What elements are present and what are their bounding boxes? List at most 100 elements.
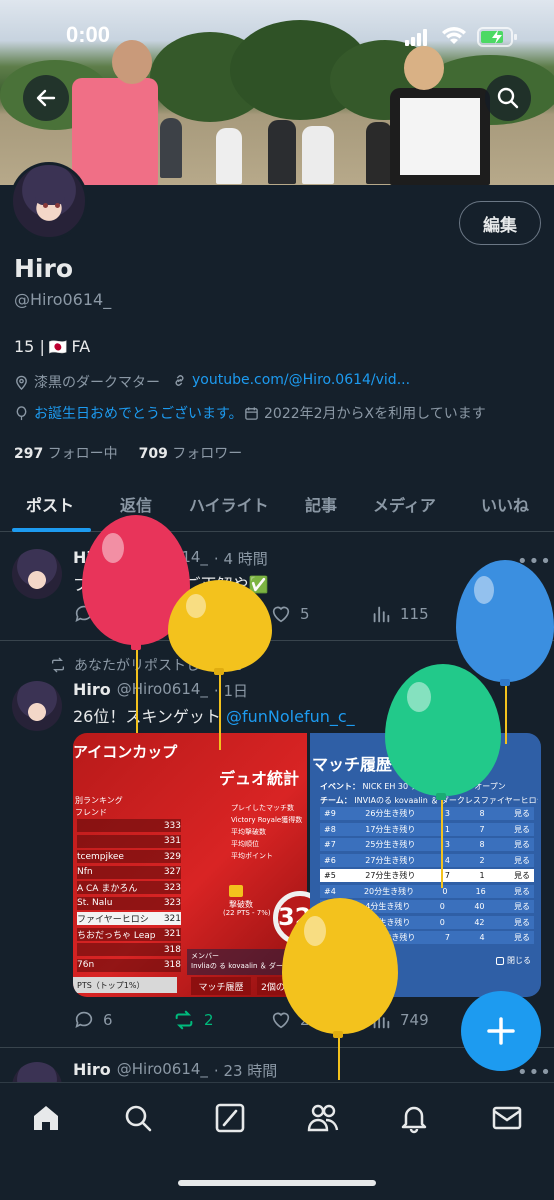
post-1[interactable]: Hiro @Hiro0614_ · 4 時間 ••• ブームー棒消！ご正解や✅ … bbox=[0, 533, 554, 640]
ranking-score: 318 bbox=[163, 944, 181, 955]
media-image-left[interactable]: アイコンカップ デュオ統計 別ランキング フレンド 333 331 tcempjke… bbox=[73, 733, 327, 997]
post-avatar[interactable] bbox=[12, 549, 62, 599]
match-action[interactable]: 見る bbox=[514, 808, 530, 819]
website-link[interactable]: youtube.com/@Hiro.0614/vid... bbox=[192, 372, 410, 388]
tab-likes[interactable]: いいね bbox=[481, 492, 529, 516]
match-row[interactable]: #9 26分生き残り 3 8 見る bbox=[320, 807, 534, 820]
profile-tabs: ポスト 返信 ハイライト 記事 メディア いいね bbox=[0, 480, 554, 532]
match-row[interactable]: #4 20分生き残り 0 16 見る bbox=[320, 884, 534, 898]
match-action[interactable]: 見る bbox=[514, 901, 530, 912]
post-author-handle: @Hiro0614_ bbox=[116, 1060, 208, 1078]
profile-birthday: お誕生日おめでとうございます。 bbox=[14, 403, 243, 423]
bio-suffix: FA bbox=[71, 337, 91, 356]
ranking-row: 318 bbox=[77, 943, 181, 956]
back-button[interactable] bbox=[23, 75, 69, 121]
match-row[interactable]: #3 4分生き残り 0 40 見る bbox=[320, 900, 534, 913]
post-header: Hiro @Hiro0614_ · 1日 bbox=[73, 680, 248, 701]
close-button[interactable]: 閉じる bbox=[496, 955, 531, 966]
tab-replies[interactable]: 返信 bbox=[120, 492, 152, 516]
share-button[interactable] bbox=[514, 603, 536, 625]
reply-button[interactable]: 6 bbox=[73, 1009, 113, 1031]
ranking-row: 333 bbox=[77, 819, 181, 832]
nav-grok[interactable] bbox=[214, 1102, 246, 1134]
match-action[interactable]: 見る bbox=[514, 824, 530, 835]
views-button[interactable]: 749 bbox=[370, 1009, 429, 1031]
nav-home[interactable] bbox=[30, 1102, 62, 1134]
match-pts: 7 bbox=[479, 824, 485, 834]
like-button[interactable]: 5 bbox=[270, 603, 310, 625]
match-pts: 42 bbox=[474, 917, 485, 927]
nav-notifications[interactable] bbox=[398, 1102, 430, 1134]
ranking-score: 331 bbox=[163, 836, 181, 846]
match-elims: 3 bbox=[444, 809, 450, 818]
post-text: 26位！スキンゲット @funNolefun_c_ bbox=[73, 703, 355, 727]
tab-articles[interactable]: 記事 bbox=[305, 492, 337, 516]
match-action[interactable]: 見る bbox=[514, 917, 530, 928]
ranking-name: Nfn bbox=[77, 867, 93, 877]
post-mention[interactable]: @funNolefun_c_ bbox=[226, 707, 355, 726]
search-button[interactable] bbox=[485, 75, 531, 121]
media-right-title: マッチ履歴 bbox=[312, 755, 393, 774]
views-button[interactable]: 115 bbox=[370, 603, 429, 625]
communities-icon bbox=[307, 1104, 339, 1132]
tab-media[interactable]: メディア bbox=[373, 492, 436, 516]
post-more-icon[interactable]: ••• bbox=[517, 1062, 552, 1082]
stat-label: Victory Royale獲得数 bbox=[231, 816, 303, 824]
edit-profile-button[interactable]: 編集 bbox=[459, 201, 541, 245]
joined-text: 2022年2月からXを利用しています bbox=[264, 406, 486, 422]
match-rank: #7 bbox=[324, 840, 336, 849]
match-elims: 0 bbox=[439, 902, 445, 911]
bookmark-button[interactable] bbox=[468, 603, 488, 625]
mail-icon bbox=[492, 1106, 522, 1130]
like-button[interactable]: 20 bbox=[270, 1009, 319, 1031]
match-action[interactable]: 見る bbox=[514, 932, 530, 943]
tab-highlights[interactable]: ハイライト bbox=[189, 492, 269, 516]
following-link[interactable]: 297 フォロー中 bbox=[14, 446, 118, 462]
match-action[interactable]: 見る bbox=[514, 839, 530, 850]
match-row[interactable]: #5 27分生き残り 7 1 見る bbox=[320, 869, 534, 882]
match-action[interactable]: 見る bbox=[514, 855, 530, 866]
profile-avatar[interactable] bbox=[10, 162, 88, 240]
match-row[interactable]: #1 24分生き残り 7 4 見る bbox=[320, 931, 534, 944]
post-media[interactable]: アイコンカップ デュオ統計 別ランキング フレンド 333 331 tcempjke… bbox=[73, 733, 541, 997]
nav-search[interactable] bbox=[122, 1102, 154, 1134]
media-image-right[interactable]: マッチ履歴 イベント： NICK EH 30 アイコンカップ オープン チーム：… bbox=[310, 733, 541, 997]
wifi-icon bbox=[442, 27, 466, 44]
post-time: · 1日 bbox=[213, 682, 248, 700]
ranking-row: tcempjkee 329 bbox=[77, 850, 181, 863]
post-author-name[interactable]: Hiro bbox=[73, 548, 111, 569]
match-row[interactable]: #6 27分生き残り 4 2 見る bbox=[320, 853, 534, 867]
match-row[interactable]: #2 9分生き残り 0 42 見る bbox=[320, 915, 534, 929]
post-avatar[interactable] bbox=[12, 681, 62, 731]
post-avatar[interactable] bbox=[12, 1062, 62, 1082]
repost-button[interactable]: 2 bbox=[172, 1009, 214, 1031]
search-icon bbox=[497, 87, 519, 109]
ranking-score: 327 bbox=[163, 867, 181, 877]
like-count: 5 bbox=[300, 605, 310, 623]
match-row[interactable]: #8 17分生き残り 1 7 見る bbox=[320, 822, 534, 836]
ranking-name: A CA まかろん bbox=[77, 884, 138, 894]
profile-website[interactable]: youtube.com/@Hiro.0614/vid... bbox=[172, 372, 410, 388]
match-place: 26分生き残り bbox=[365, 809, 416, 818]
tab-posts[interactable]: ポスト bbox=[26, 492, 74, 516]
profile-handle: @Hiro0614_ bbox=[14, 290, 112, 309]
following-count: 297 bbox=[14, 446, 44, 462]
media-label-friend: フレンド bbox=[75, 808, 107, 817]
reply-button[interactable] bbox=[73, 603, 95, 625]
match-elims: 0 bbox=[439, 917, 445, 927]
nav-messages[interactable] bbox=[491, 1102, 523, 1134]
match-action[interactable]: 見る bbox=[514, 870, 530, 881]
views-icon bbox=[373, 1012, 390, 1029]
match-row[interactable]: #7 25分生き残り 3 8 見る bbox=[320, 838, 534, 851]
post-more-icon[interactable]: ••• bbox=[517, 551, 552, 572]
active-tab-indicator bbox=[12, 528, 91, 532]
match-action[interactable]: 見る bbox=[514, 886, 530, 897]
compose-button[interactable] bbox=[461, 991, 541, 1071]
post-author-name[interactable]: Hiro bbox=[73, 680, 111, 701]
followers-link[interactable]: 709 フォロワー bbox=[139, 446, 243, 462]
post-author-name[interactable]: Hiro bbox=[73, 1060, 111, 1081]
match-place: 24分生き残り bbox=[365, 933, 416, 942]
nav-communities[interactable] bbox=[306, 1102, 339, 1134]
match-place: 9分生き残り bbox=[365, 917, 411, 927]
home-indicator bbox=[178, 1180, 376, 1186]
